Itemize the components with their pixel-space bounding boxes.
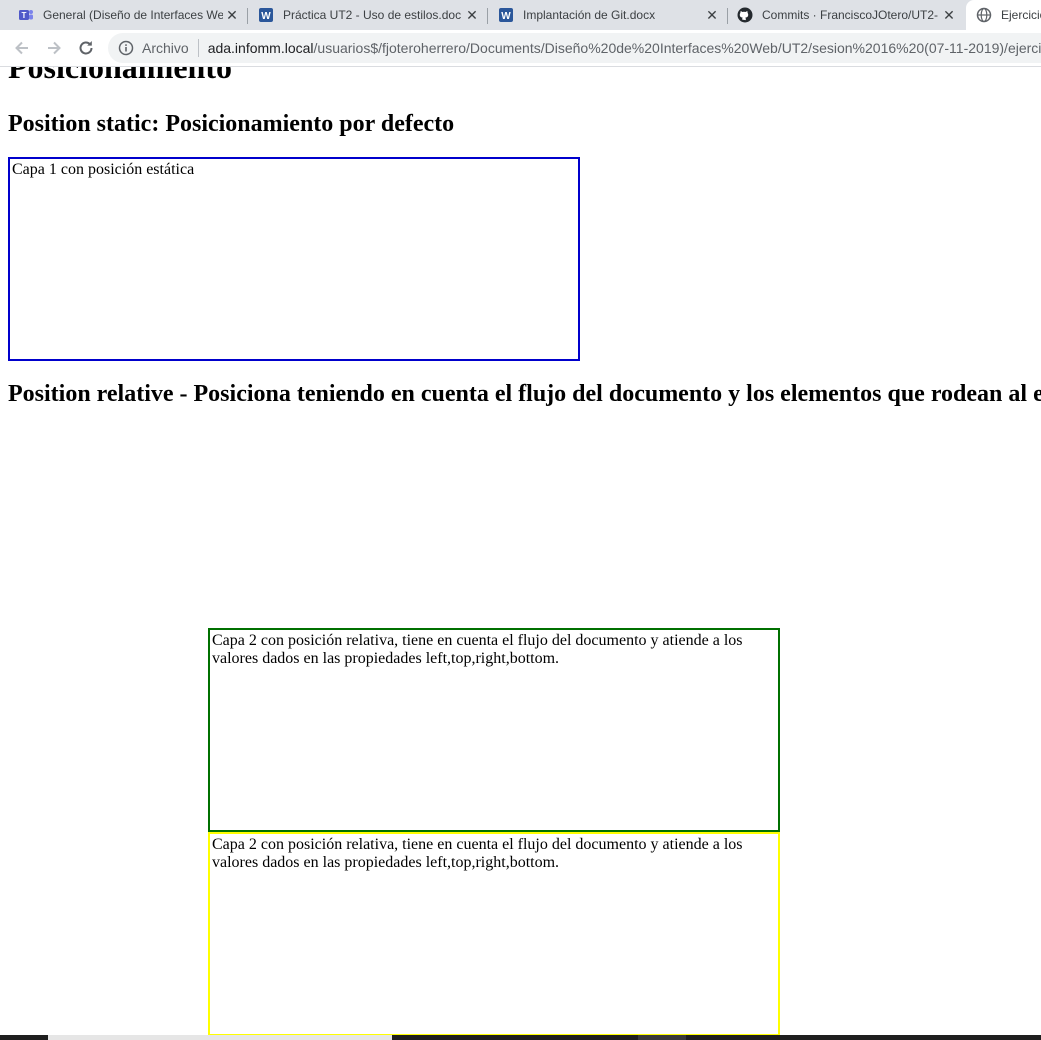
close-icon[interactable]: ✕ — [464, 7, 480, 23]
word-icon: W — [499, 8, 513, 22]
teams-icon: T — [19, 10, 33, 20]
url-path: /usuarios$/fjoteroherrero/Documents/Dise… — [313, 40, 1041, 56]
github-icon — [737, 7, 753, 23]
svg-text:W: W — [261, 11, 271, 22]
capa1-static-box: Capa 1 con posición estática — [8, 157, 580, 361]
tab-ejercicio-active[interactable]: Ejercicio — [966, 0, 1041, 30]
taskbar — [0, 1035, 1041, 1040]
tab-separator — [727, 8, 728, 24]
reload-icon[interactable] — [76, 38, 96, 58]
browser-toolbar: Archivo ada.infomm.local/usuarios$/fjote… — [0, 30, 1041, 67]
url-host: ada.infomm.local — [207, 40, 314, 56]
heading-position-relative: Position relative - Posiciona teniendo e… — [8, 381, 1041, 407]
tab-teams-general[interactable]: T General (Diseño de Interfaces We ✕ — [18, 0, 246, 30]
close-icon[interactable]: ✕ — [704, 7, 720, 23]
word-icon: W — [259, 8, 273, 22]
tab-practica-ut2[interactable]: W Práctica UT2 - Uso de estilos.doc ✕ — [258, 0, 486, 30]
capa2-text: Capa 2 con posición relativa, tiene en c… — [212, 632, 743, 667]
taskbar-highlight — [638, 1035, 686, 1040]
globe-icon — [976, 7, 992, 23]
forward-arrow-icon[interactable] — [44, 38, 64, 58]
tab-title: Implantación de Git.docx — [523, 8, 656, 22]
close-icon[interactable]: ✕ — [941, 7, 957, 23]
address-separator — [197, 39, 199, 57]
capa2-relative-box: Capa 2 con posición relativa, tiene en c… — [208, 628, 780, 832]
tab-separator — [247, 8, 248, 24]
page-viewport[interactable]: Posicionamiento Position static: Posicio… — [0, 67, 1041, 1035]
back-arrow-icon[interactable] — [12, 38, 32, 58]
tab-separator — [487, 8, 488, 24]
tab-strip: T General (Diseño de Interfaces We ✕ W P… — [0, 0, 1041, 30]
tab-title: Commits · FranciscoJOtero/UT2- — [762, 8, 938, 22]
tab-github-commits[interactable]: Commits · FranciscoJOtero/UT2- ✕ — [737, 0, 963, 30]
tab-title: General (Diseño de Interfaces We — [43, 8, 223, 22]
page-title: Posicionamiento — [8, 67, 232, 85]
info-icon[interactable] — [118, 40, 134, 56]
address-bar[interactable]: Archivo ada.infomm.local/usuarios$/fjote… — [108, 33, 1041, 63]
svg-text:T: T — [22, 11, 27, 20]
capa3-relative-box: Capa 2 con posición relativa, tiene en c… — [208, 832, 780, 1035]
tab-implantacion-git[interactable]: W Implantación de Git.docx ✕ — [498, 0, 726, 30]
capa1-text: Capa 1 con posición estática — [12, 161, 195, 178]
svg-text:W: W — [501, 11, 511, 22]
close-icon[interactable]: ✕ — [224, 7, 240, 23]
heading-position-static: Position static: Posicionamiento por def… — [8, 111, 455, 137]
security-label[interactable]: Archivo — [142, 40, 189, 56]
taskbar-highlight — [48, 1035, 392, 1040]
capa3-text: Capa 2 con posición relativa, tiene en c… — [212, 836, 743, 871]
tab-title: Práctica UT2 - Uso de estilos.doc — [283, 8, 462, 22]
tab-title: Ejercicio — [1001, 8, 1041, 22]
